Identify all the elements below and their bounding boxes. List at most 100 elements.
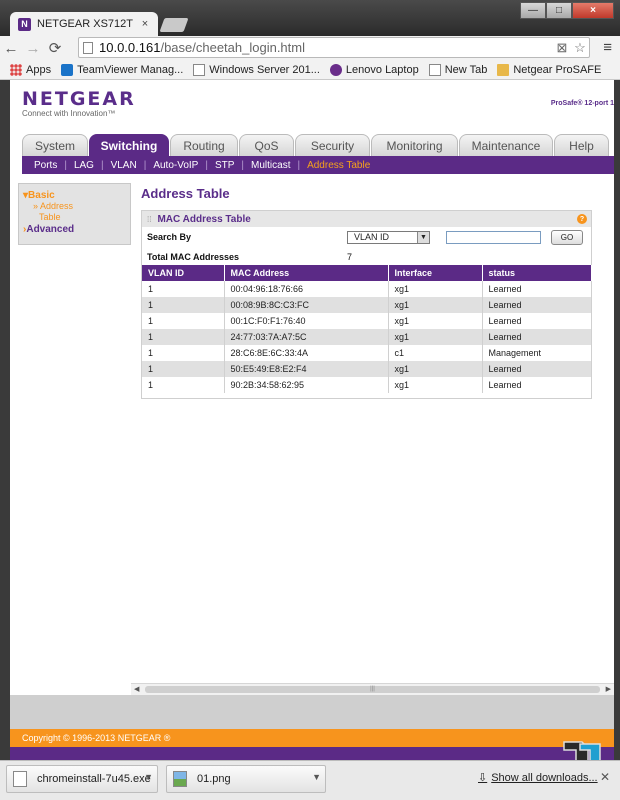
- back-button[interactable]: ←: [0, 40, 22, 57]
- table-row[interactable]: 1 90:2B:34:58:62:95 xg1 Learned: [142, 377, 592, 393]
- browser-tab[interactable]: N NETGEAR XS712T ×: [10, 12, 158, 36]
- subnav-multicast[interactable]: Multicast: [251, 160, 290, 171]
- table-row[interactable]: 1 24:77:03:7A:A7:5C xg1 Learned: [142, 329, 592, 345]
- tab-security[interactable]: Security: [295, 134, 370, 156]
- tab-switching[interactable]: Switching: [89, 134, 169, 156]
- bookmarks-bar: Apps TeamViewer Manag... Windows Server …: [0, 60, 620, 80]
- sub-nav: Ports | LAG | VLAN | Auto-VoIP | STP | Multic…: [22, 156, 614, 174]
- tab-title: NETGEAR XS712T: [37, 18, 133, 30]
- sidebar-item-address-table[interactable]: » Address Table: [23, 201, 126, 223]
- show-all-downloads-link[interactable]: ⇩ Show all downloads...: [478, 771, 598, 784]
- go-button[interactable]: GO: [551, 230, 583, 245]
- tab-qos[interactable]: QoS: [239, 134, 294, 156]
- search-row: Search By VLAN ID ▼ GO: [142, 227, 591, 249]
- subnav-ports[interactable]: Ports: [34, 160, 57, 171]
- bookmark-netgear-prosafe[interactable]: Netgear ProSAFE: [497, 63, 601, 76]
- column-header[interactable]: status: [482, 265, 592, 281]
- search-input[interactable]: [446, 231, 541, 244]
- new-tab-button[interactable]: [159, 18, 189, 32]
- download-item-exe[interactable]: chromeinstall-7u45.exe ▼: [6, 765, 158, 793]
- netgear-logo: NETGEAR: [22, 88, 136, 110]
- mac-address-panel: ⁞⁞ MAC Address Table ? Search By VLAN ID…: [141, 210, 592, 399]
- apps-grid-icon: [10, 63, 22, 76]
- scroll-left-icon[interactable]: ◀: [134, 684, 139, 695]
- chrome-menu-icon[interactable]: ≡: [603, 39, 612, 56]
- subnav-stp[interactable]: STP: [215, 160, 234, 171]
- window-titlebar: N NETGEAR XS712T × — □ ×: [0, 0, 620, 36]
- blocked-content-icon[interactable]: ⊠: [553, 40, 571, 56]
- help-icon[interactable]: ?: [577, 214, 587, 224]
- download-bar: chromeinstall-7u45.exe ▼ 01.png ▼ ⇩ Show …: [0, 760, 620, 800]
- page-icon: [428, 63, 441, 76]
- tab-monitoring[interactable]: Monitoring: [371, 134, 458, 156]
- table-row[interactable]: 1 00:08:9B:8C:C3:FC xg1 Learned: [142, 297, 592, 313]
- sidebar-item-basic[interactable]: ▾Basic: [23, 190, 126, 201]
- minimize-button[interactable]: —: [520, 2, 546, 19]
- footer: Copyright © 1996-2013 NETGEAR ®: [10, 729, 614, 747]
- folder-icon: [497, 63, 510, 76]
- column-header[interactable]: Interface: [388, 265, 483, 281]
- grip-icon: ⁞⁞: [147, 214, 152, 224]
- subnav-vlan[interactable]: VLAN: [111, 160, 137, 171]
- total-label: Total MAC Addresses: [147, 252, 240, 262]
- mac-address-table: VLAN ID MAC Address Interface status 1 00…: [142, 265, 592, 393]
- page-title: Address Table: [141, 186, 230, 201]
- tab-help[interactable]: Help: [554, 134, 609, 156]
- footer-spacer: [10, 695, 614, 729]
- main-nav: System Switching Routing QoS Security Mo…: [22, 134, 609, 156]
- tab-close-button[interactable]: ×: [138, 18, 152, 30]
- table-row[interactable]: 1 50:E5:49:E8:E2:F4 xg1 Learned: [142, 361, 592, 377]
- table-row[interactable]: 1 28:C6:8E:6C:33:4A c1 Management: [142, 345, 592, 361]
- scrollbar-thumb[interactable]: |||: [145, 686, 600, 693]
- tagline: Connect with Innovation™: [22, 109, 116, 118]
- column-header[interactable]: VLAN ID: [142, 265, 225, 281]
- page-icon: [193, 63, 206, 76]
- subnav-lag[interactable]: LAG: [74, 160, 94, 171]
- close-download-bar-icon[interactable]: ✕: [600, 770, 610, 784]
- tab-routing[interactable]: Routing: [170, 134, 238, 156]
- forward-button[interactable]: →: [22, 40, 44, 57]
- file-icon: [13, 771, 27, 787]
- bookmark-lenovo[interactable]: Lenovo Laptop: [329, 63, 419, 76]
- browser-toolbar: ← → ⟳ 10.0.0.161/base/cheetah_login.html…: [0, 36, 620, 60]
- web-page: NETGEAR Connect with Innovation™ ProSafe…: [10, 80, 614, 760]
- search-by-select[interactable]: VLAN ID ▼: [347, 231, 430, 244]
- panel-title: MAC Address Table: [157, 213, 251, 225]
- horizontal-scrollbar[interactable]: ◀ ||| ▶: [131, 683, 614, 695]
- close-window-button[interactable]: ×: [572, 2, 614, 19]
- tab-maintenance[interactable]: Maintenance: [459, 134, 553, 156]
- bookmark-teamviewer[interactable]: TeamViewer Manag...: [61, 63, 183, 76]
- maximize-button[interactable]: □: [546, 2, 572, 19]
- sidebar-item-advanced[interactable]: ›Advanced: [23, 224, 126, 235]
- download-arrow-icon: ⇩: [478, 772, 488, 784]
- download-item-png[interactable]: 01.png ▼: [166, 765, 326, 793]
- chevron-down-icon: ▼: [417, 232, 429, 243]
- bookmark-star-icon[interactable]: ☆: [571, 40, 589, 56]
- reload-button[interactable]: ⟳: [44, 39, 66, 57]
- teamviewer-icon: [61, 63, 74, 76]
- bookmark-windows-server[interactable]: Windows Server 201...: [193, 63, 320, 76]
- column-header[interactable]: MAC Address: [224, 265, 389, 281]
- product-name: ProSafe® 12-port 1: [550, 100, 614, 107]
- subnav-auto-voip[interactable]: Auto-VoIP: [153, 160, 198, 171]
- copyright-text: Copyright © 1996-2013 NETGEAR ®: [22, 733, 171, 743]
- total-value: 7: [347, 252, 353, 262]
- chevron-down-icon[interactable]: ▼: [312, 772, 321, 782]
- bookmark-apps[interactable]: Apps: [10, 63, 51, 76]
- sidebar: ▾Basic » Address Table ›Advanced: [18, 183, 131, 245]
- url-text[interactable]: 10.0.0.161/base/cheetah_login.html: [99, 40, 553, 55]
- search-by-label: Search By: [147, 232, 192, 242]
- table-row[interactable]: 1 00:04:96:18:76:66 xg1 Learned: [142, 281, 592, 297]
- page-icon: [83, 41, 93, 54]
- total-row: Total MAC Addresses 7: [142, 249, 591, 265]
- bookmark-new-tab[interactable]: New Tab: [428, 63, 487, 76]
- panel-header: ⁞⁞ MAC Address Table ?: [142, 211, 591, 227]
- table-header-row: VLAN ID MAC Address Interface status: [142, 265, 592, 281]
- scroll-right-icon[interactable]: ▶: [606, 684, 611, 695]
- address-bar[interactable]: 10.0.0.161/base/cheetah_login.html ⊠ ☆: [78, 37, 590, 58]
- chevron-down-icon[interactable]: ▼: [144, 772, 153, 782]
- subnav-address-table[interactable]: Address Table: [307, 160, 370, 171]
- tab-system[interactable]: System: [22, 134, 88, 156]
- netgear-favicon-icon: N: [18, 17, 31, 31]
- table-row[interactable]: 1 00:1C:F0:F1:76:40 xg1 Learned: [142, 313, 592, 329]
